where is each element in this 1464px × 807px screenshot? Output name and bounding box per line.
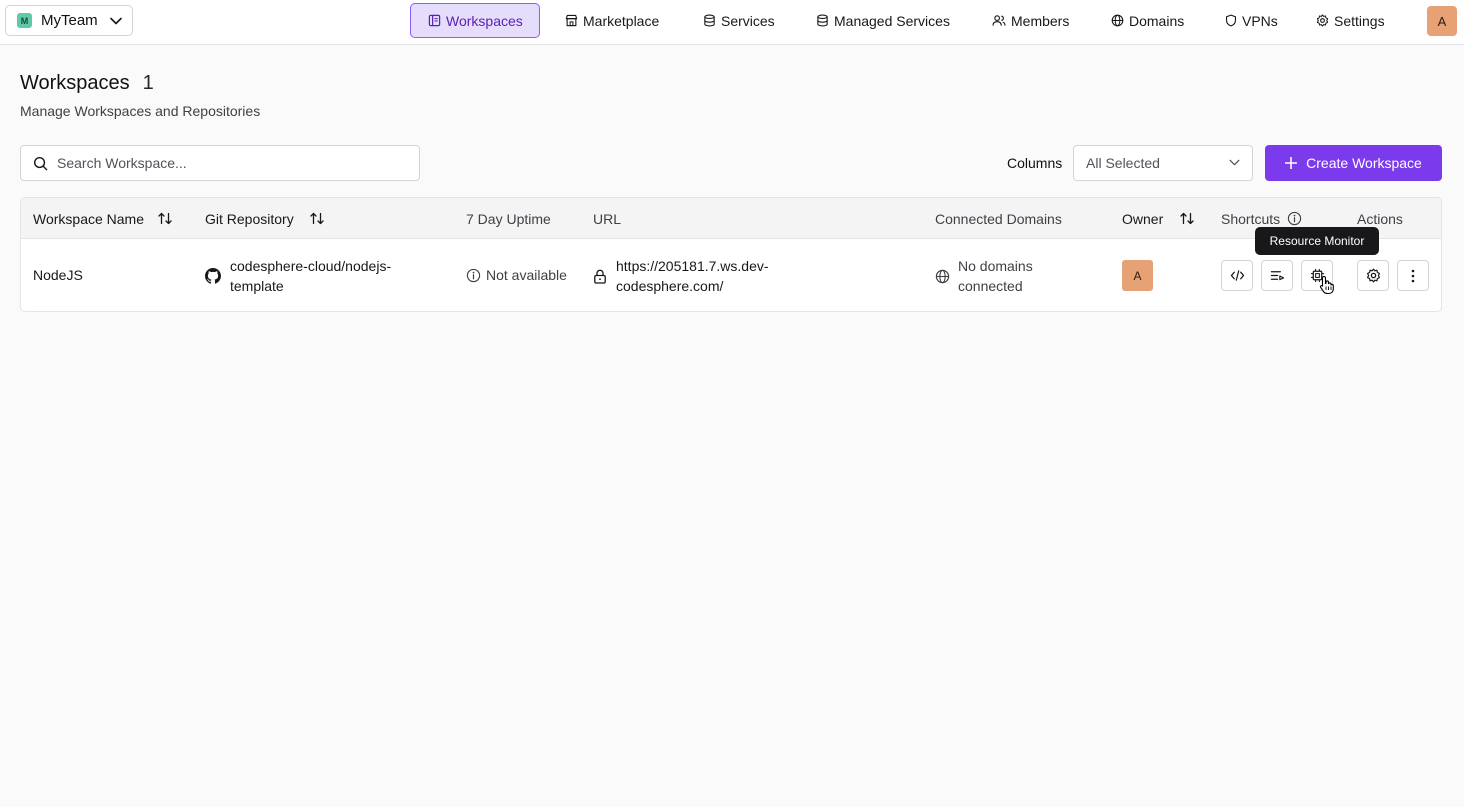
workspace-settings-button[interactable] [1357,260,1389,291]
sort-icon[interactable] [158,212,172,225]
list-play-icon [1270,269,1285,282]
page-subtitle: Manage Workspaces and Repositories [20,103,261,119]
column-header-domains-label: Connected Domains [935,210,1062,227]
workspace-count: 1 [142,72,154,94]
sort-icon[interactable] [1180,212,1194,225]
nav-marketplace-label: Marketplace [583,12,660,29]
database-icon [816,14,829,27]
search-box[interactable] [20,145,420,181]
column-header-url-label: URL [593,210,622,227]
git-repository-line1: codesphere-cloud/nodejs- [230,258,392,274]
sort-icon[interactable] [310,212,324,225]
nav-members-label: Members [1011,12,1070,29]
column-header-url: URL [593,198,621,239]
workspace-url[interactable]: https://205181.7.ws.dev- codesphere.com/ [593,256,769,296]
column-header-name[interactable]: Workspace Name [33,198,172,239]
team-logo: M [17,13,32,28]
columns-select[interactable]: All Selected [1073,145,1253,181]
gear-icon [1316,14,1329,27]
plus-icon [1285,157,1298,169]
nav-managed-services-label: Managed Services [834,12,950,29]
run-pipeline-button[interactable] [1261,260,1293,291]
gear-icon [1366,268,1381,283]
uptime: Not available [466,267,567,283]
create-workspace-label: Create Workspace [1306,155,1422,171]
column-header-actions-label: Actions [1357,210,1403,227]
workspaces-table: Workspace Name Git Repository 7 Day Upti… [20,197,1442,312]
code-icon [1230,269,1245,282]
column-header-domains: Connected Domains [935,198,1062,239]
shield-icon [1225,14,1237,27]
connected-domains: No domains connected [935,256,1033,296]
column-header-uptime-label: 7 Day Uptime [466,210,551,227]
git-repository-text: codesphere-cloud/nodejs- template [230,256,391,296]
nav-workspaces-label: Workspaces [446,12,523,29]
git-repository-line2: template [230,278,284,294]
page-title-text: Workspaces [20,72,130,94]
nav-marketplace[interactable]: Marketplace [565,3,659,38]
user-avatar[interactable]: A [1427,6,1457,36]
workspace-url-line2: codesphere.com/ [616,278,724,294]
nav-vpns-label: VPNs [1242,12,1278,29]
team-name: MyTeam [41,12,98,29]
page-title: Workspaces 1 [20,72,154,95]
columns-select-value: All Selected [1086,155,1160,171]
top-navbar: M MyTeam Workspaces Marketplace Services… [0,0,1464,45]
column-header-name-label: Workspace Name [33,210,145,227]
column-header-shortcuts-label: Shortcuts [1221,210,1281,227]
team-switcher[interactable]: M MyTeam [5,5,133,36]
nav-services-label: Services [721,12,775,29]
resource-monitor-tooltip: Resource Monitor [1255,227,1379,255]
nav-managed-services[interactable]: Managed Services [816,3,950,38]
nav-settings-label: Settings [1334,12,1385,29]
column-header-uptime: 7 Day Uptime [466,198,551,239]
more-vertical-icon [1411,269,1415,283]
database-icon [703,14,716,27]
create-workspace-button[interactable]: Create Workspace [1265,145,1442,181]
uptime-text: Not available [486,267,567,283]
nav-services[interactable]: Services [703,3,775,38]
info-icon [466,268,481,283]
github-icon [205,268,221,284]
search-input[interactable] [57,155,397,171]
globe-icon [935,269,950,284]
store-icon [565,14,578,27]
search-icon [33,156,48,171]
nav-domains-label: Domains [1129,12,1185,29]
globe-icon [1111,14,1124,27]
owner-avatar: A [1122,260,1153,291]
connected-domains-line1: No domains [958,258,1033,274]
nav-settings[interactable]: Settings [1316,3,1385,38]
workspace-url-line1: https://205181.7.ws.dev- [616,258,769,274]
workspaces-icon [428,14,441,27]
connected-domains-line2: connected [958,278,1023,294]
open-ide-button[interactable] [1221,260,1253,291]
column-header-git-label: Git Repository [205,210,294,227]
chevron-down-icon [1229,159,1240,166]
chevron-down-icon [109,17,122,25]
users-icon [992,14,1006,27]
hand-pointer-icon [1319,275,1335,295]
lock-icon [593,269,607,284]
table-header: Workspace Name Git Repository 7 Day Upti… [21,198,1441,239]
nav-domains[interactable]: Domains [1111,3,1184,38]
more-actions-button[interactable] [1397,260,1429,291]
nav-vpns[interactable]: VPNs [1225,3,1278,38]
columns-label: Columns [1007,155,1063,171]
column-header-owner-label: Owner [1122,210,1164,227]
column-header-owner[interactable]: Owner [1122,198,1194,239]
column-header-git[interactable]: Git Repository [205,198,324,239]
workspace-url-text: https://205181.7.ws.dev- codesphere.com/ [616,256,769,296]
git-repository[interactable]: codesphere-cloud/nodejs- template [205,256,391,296]
nav-members[interactable]: Members [992,3,1069,38]
nav-workspaces[interactable]: Workspaces [410,3,540,38]
workspace-name[interactable]: NodeJS [33,267,83,283]
info-icon[interactable] [1287,211,1302,226]
connected-domains-text: No domains connected [958,256,1033,296]
